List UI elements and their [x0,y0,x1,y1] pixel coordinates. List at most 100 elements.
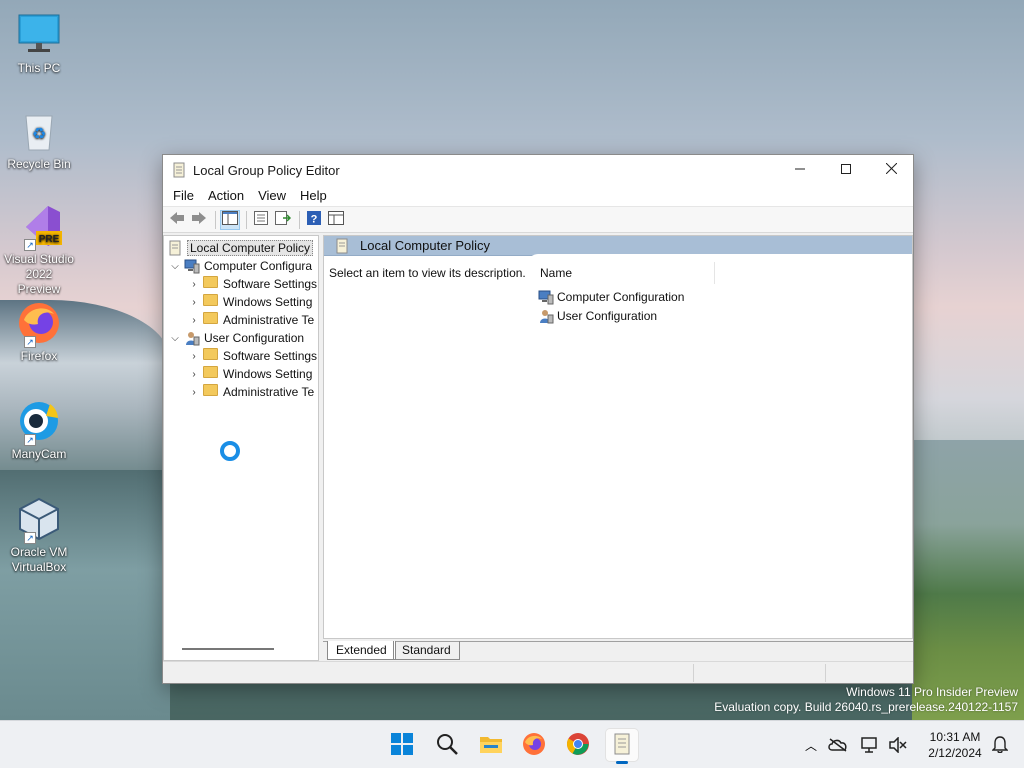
tree-item-computer-windows-settings[interactable]: › Windows Setting [188,293,312,311]
tree-item-computer-configuration[interactable]: ⌵ Computer Configura [169,257,312,275]
chevron-right-icon[interactable]: › [188,351,200,362]
svg-text:?: ? [311,214,318,226]
wallpaper-shore [912,440,1024,720]
properties-button[interactable] [251,210,271,230]
visual-studio-icon: PRE ↗ [16,203,62,251]
start-icon [391,732,413,758]
network-icon[interactable] [854,737,886,753]
back-button[interactable] [167,210,187,230]
toolbar-separator [215,210,216,229]
content-area: Local Computer Policy ⌵ Computer Configu… [163,235,913,661]
minimize-button[interactable] [777,155,823,185]
show-hide-console-tree-button[interactable] [220,209,240,230]
list-item-user-configuration[interactable]: User Configuration [538,307,657,325]
tree-item-local-computer-policy[interactable]: Local Computer Policy [167,239,314,257]
svg-text:PRE: PRE [39,234,60,245]
shortcut-arrow-icon: ↗ [24,336,36,348]
status-segment [693,664,694,682]
monitor-icon [16,12,62,58]
toolbar-separator [246,210,247,229]
extended-view-icon [328,211,344,228]
firefox-icon [522,732,546,759]
group-policy-editor-icon [612,733,632,758]
tab-extended[interactable]: Extended [327,641,396,660]
tree-horizontal-scrollbar[interactable] [182,648,274,650]
window-title: Local Group Policy Editor [193,162,340,178]
tree-item-user-administrative-templates[interactable]: › Administrative Te [188,383,314,401]
group-policy-editor-taskbar-button[interactable] [606,729,638,764]
search-button[interactable] [431,729,463,761]
chevron-up-icon[interactable]: ︿ [800,737,822,754]
start-button[interactable] [386,729,418,761]
file-explorer-button[interactable] [475,729,507,761]
chevron-right-icon[interactable]: › [188,279,200,290]
desktop-icon-manycam[interactable]: ↗ ManyCam [4,398,74,462]
manycam-icon: ↗ [16,398,62,446]
chevron-right-icon[interactable]: › [188,387,200,398]
list-item-computer-configuration[interactable]: Computer Configuration [538,288,684,306]
extended-view-button[interactable] [326,210,346,230]
computer-configuration-icon [184,258,200,274]
menu-help[interactable]: Help [293,188,334,203]
group-policy-editor-window: Local Group Policy Editor File Action Vi… [162,154,914,684]
toolbar: ? [163,207,913,233]
close-button[interactable] [868,155,914,185]
column-separator[interactable] [714,262,715,284]
bell-icon [991,735,1009,756]
svg-text:♻: ♻ [32,124,46,143]
loading-spinner-icon [220,441,240,461]
menu-file[interactable]: File [166,188,201,203]
maximize-button[interactable] [823,155,869,185]
desktop-icon-recycle-bin[interactable]: ♻ Recycle Bin [4,108,74,172]
tree-item-computer-software-settings[interactable]: › Software Settings [188,275,317,293]
notifications-button[interactable] [984,729,1016,761]
tree-item-user-software-settings[interactable]: › Software Settings [188,347,317,365]
tree-item-user-configuration[interactable]: ⌵ User Configuration [169,329,304,347]
taskbar: ︿ 10:31 AM 2/12/2024 [0,720,1024,768]
chevron-right-icon[interactable]: › [188,315,200,326]
menu-action[interactable]: Action [201,188,251,203]
user-configuration-icon [184,330,200,346]
policy-document-icon [334,238,350,254]
export-list-button[interactable] [273,210,293,230]
folder-icon [203,294,219,310]
menu-bar: File Action View Help [163,185,913,207]
desktop-icon-visual-studio[interactable]: PRE ↗ Visual Studio 2022 Preview [4,203,74,297]
desktop-icon-virtualbox[interactable]: ↗ Oracle VM VirtualBox [4,496,74,575]
help-button[interactable]: ? [304,210,324,230]
chevron-right-icon[interactable]: › [188,297,200,308]
properties-icon [253,211,269,228]
volume-muted-icon[interactable] [886,737,910,753]
desktop-icon-this-pc[interactable]: This PC [4,12,74,76]
tree-item-user-windows-settings[interactable]: › Windows Setting [188,365,312,383]
tree-item-computer-administrative-templates[interactable]: › Administrative Te [188,311,314,329]
export-list-icon [275,211,292,228]
onedrive-icon[interactable] [822,738,854,752]
folder-icon [203,312,219,328]
menu-view[interactable]: View [251,188,293,203]
chevron-down-icon[interactable]: ⌵ [169,261,181,272]
chevron-right-icon[interactable]: › [188,369,200,380]
chrome-taskbar-button[interactable] [562,729,594,761]
toolbar-separator [299,210,300,229]
description-text: Select an item to view its description. [329,266,526,280]
clock[interactable]: 10:31 AM 2/12/2024 [920,729,990,761]
firefox-taskbar-button[interactable] [518,729,550,761]
windows-watermark: Windows 11 Pro Insider Preview Evaluatio… [714,685,1018,714]
desktop-icon-firefox[interactable]: ↗ Firefox [4,300,74,364]
file-explorer-icon [479,733,503,758]
column-header-name[interactable]: Name [540,266,572,280]
tab-standard[interactable]: Standard [393,641,460,660]
virtualbox-icon: ↗ [16,496,62,544]
forward-button[interactable] [189,210,209,230]
back-arrow-icon [169,211,185,228]
status-segment [825,664,826,682]
group-policy-app-icon [171,162,187,178]
maximize-icon [841,163,851,177]
chevron-down-icon[interactable]: ⌵ [169,333,181,344]
active-app-indicator [616,761,628,764]
shortcut-arrow-icon: ↗ [24,532,36,544]
title-bar[interactable]: Local Group Policy Editor [163,155,913,185]
firefox-icon: ↗ [16,300,62,348]
folder-icon [203,348,219,364]
